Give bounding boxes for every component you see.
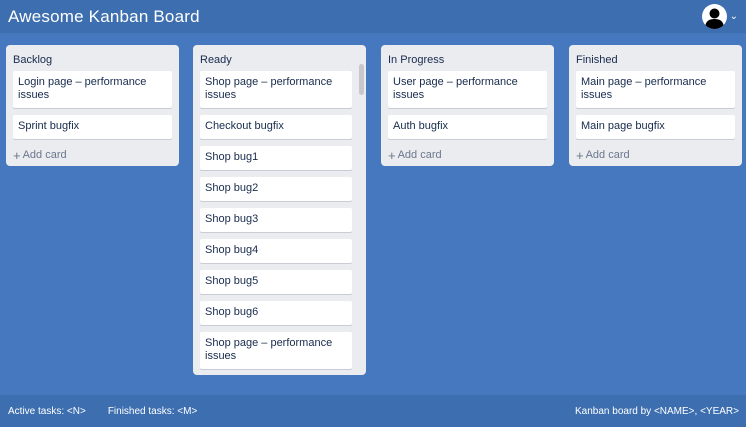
- column-title: Finished: [576, 54, 618, 66]
- kanban-board: Backlog Login page – performance issues …: [0, 33, 746, 395]
- chevron-down-icon[interactable]: ⌄: [730, 11, 738, 22]
- finished-tasks-count: Finished tasks: <M>: [107, 405, 198, 417]
- plus-icon: +: [576, 147, 584, 163]
- add-card-label: Add card: [22, 149, 67, 161]
- card-list: User page – performance issues Auth bugf…: [381, 69, 554, 139]
- card[interactable]: Main page bugfix: [576, 115, 735, 139]
- user-menu[interactable]: ⌄: [701, 3, 738, 30]
- card[interactable]: Shop bug4: [200, 239, 352, 263]
- card-list: Shop page – performance issues Checkout …: [193, 69, 366, 369]
- card-list: Login page – performance issues Sprint b…: [6, 69, 179, 139]
- card[interactable]: Shop page – performance issues: [200, 71, 352, 108]
- card[interactable]: Shop bug6: [200, 301, 352, 325]
- card-list: Main page – performance issues Main page…: [569, 69, 742, 139]
- column-title: Ready: [200, 54, 232, 66]
- card[interactable]: Sprint bugfix: [13, 115, 172, 139]
- user-avatar-icon[interactable]: [701, 4, 727, 29]
- app-header: Awesome Kanban Board ⌄: [0, 0, 746, 33]
- column-ready: Ready Shop page – performance issues Che…: [193, 45, 366, 375]
- add-card-button[interactable]: + Add card: [569, 146, 742, 164]
- card[interactable]: Main page – performance issues: [576, 71, 735, 108]
- app-footer: Active tasks: <N> Finished tasks: <M> Ka…: [0, 395, 746, 427]
- column-title: Backlog: [13, 54, 53, 66]
- add-card-button[interactable]: + Add card: [6, 146, 179, 164]
- plus-icon: +: [13, 147, 21, 163]
- add-card-button[interactable]: + Add card: [381, 146, 554, 164]
- column-title: In Progress: [388, 54, 445, 66]
- column-backlog: Backlog Login page – performance issues …: [6, 45, 179, 166]
- app-title: Awesome Kanban Board: [8, 6, 200, 26]
- card[interactable]: Shop bug1: [200, 146, 352, 170]
- active-tasks-count: Active tasks: <N>: [8, 405, 86, 417]
- card[interactable]: Shop bug2: [200, 177, 352, 201]
- footer-credit: Kanban board by <NAME>, <YEAR>: [575, 405, 739, 417]
- card[interactable]: Shop page – performance issues: [200, 332, 352, 369]
- add-card-label: Add card: [397, 149, 442, 161]
- column-in-progress: In Progress User page – performance issu…: [381, 45, 554, 166]
- card[interactable]: Login page – performance issues: [13, 71, 172, 108]
- card[interactable]: Checkout bugfix: [200, 115, 352, 139]
- card[interactable]: Shop bug5: [200, 270, 352, 294]
- add-card-label: Add card: [585, 149, 630, 161]
- card[interactable]: Shop bug3: [200, 208, 352, 232]
- scrollbar-thumb[interactable]: [359, 64, 364, 95]
- plus-icon: +: [388, 147, 396, 163]
- card[interactable]: Auth bugfix: [388, 115, 547, 139]
- column-finished: Finished Main page – performance issues …: [569, 45, 742, 166]
- card[interactable]: User page – performance issues: [388, 71, 547, 108]
